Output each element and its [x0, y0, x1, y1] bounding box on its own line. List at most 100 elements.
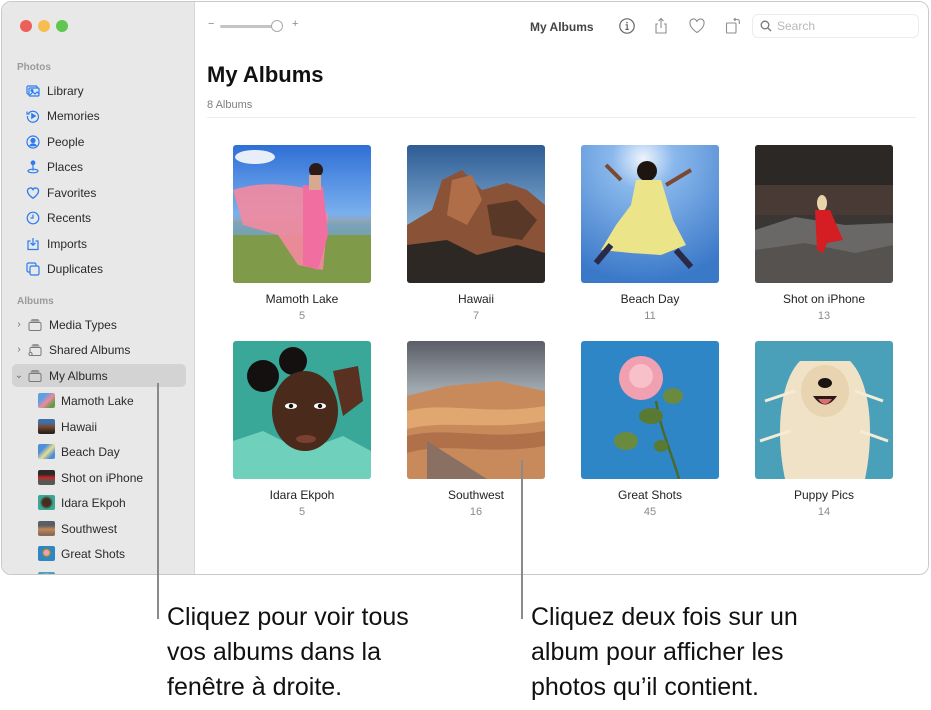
album-photo-count: 7 — [472, 310, 480, 322]
sidebar-item-places[interactable]: Places — [12, 155, 186, 178]
sidebar-item-label: Beach Day — [61, 444, 120, 459]
people-icon — [26, 134, 40, 149]
zoom-slider-knob[interactable] — [271, 20, 283, 32]
callout-line-text: vos albums dans la — [167, 638, 382, 666]
info-button[interactable] — [618, 17, 636, 35]
sidebar-item-library[interactable]: Library — [12, 79, 186, 102]
album-name: Idara Ekpoh — [269, 488, 335, 502]
share-icon — [655, 17, 667, 34]
sidebar-item-label: Southwest — [61, 521, 118, 536]
favorite-button[interactable] — [688, 17, 706, 35]
clock-icon — [26, 211, 40, 225]
sidebar-album-puppy-pics[interactable]: Puppy Pics — [12, 568, 186, 575]
sidebar-item-favorites[interactable]: Favorites — [12, 181, 186, 204]
sidebar-item-label: Favorites — [47, 185, 97, 200]
callout-sidebar: Cliquez pour voir tous vos albums dans l… — [167, 600, 409, 705]
sidebar-item-duplicates[interactable]: Duplicates — [12, 257, 186, 280]
album-cover[interactable] — [755, 341, 893, 479]
sidebar-album-great-shots[interactable]: Great Shots — [12, 542, 186, 565]
chevron-right-icon[interactable]: › — [14, 319, 24, 330]
album-cover[interactable] — [233, 341, 371, 479]
library-icon — [26, 84, 40, 98]
album-tile-southwest[interactable]: Southwest 16 — [407, 341, 545, 518]
main-content: − + My Albums My Albums — [196, 2, 928, 574]
sidebar-item-memories[interactable]: Memories — [12, 104, 186, 127]
places-icon — [26, 159, 40, 174]
album-tile-mamoth-lake[interactable]: Mamoth Lake 5 — [233, 145, 371, 322]
album-photo-count: 5 — [298, 310, 306, 322]
memories-icon — [26, 109, 40, 123]
album-tile-shot-on-iphone[interactable]: Shot on iPhone 13 — [755, 145, 893, 322]
sidebar-item-imports[interactable]: Imports — [12, 232, 186, 255]
duplicates-icon — [26, 261, 40, 276]
album-cover[interactable] — [755, 145, 893, 283]
sidebar-section-albums: Albums — [17, 296, 54, 307]
album-tile-beach-day[interactable]: Beach Day 11 — [581, 145, 719, 322]
callout-line-text: Cliquez deux fois sur un — [531, 603, 798, 631]
callout-line-album — [521, 460, 523, 619]
heart-icon — [26, 186, 40, 200]
sidebar-album-mamoth-lake[interactable]: Mamoth Lake — [12, 389, 186, 412]
sidebar-item-shared-albums[interactable]: › Shared Albums — [12, 338, 186, 361]
callout-line-text: album pour afficher les — [531, 638, 784, 666]
album-name: Shot on iPhone — [782, 292, 866, 306]
album-tile-puppy-pics[interactable]: Puppy Pics 14 — [755, 341, 893, 518]
album-tile-idara-ekpoh[interactable]: Idara Ekpoh 5 — [233, 341, 371, 518]
sidebar-item-label: Duplicates — [47, 261, 104, 276]
album-thumbnail — [38, 546, 55, 561]
callout-line-text: photos qu’il contient. — [531, 673, 759, 701]
album-cover[interactable] — [407, 341, 545, 479]
close-window-button[interactable] — [20, 20, 32, 32]
sidebar-item-recents[interactable]: Recents — [12, 206, 186, 229]
sidebar-item-label: Memories — [47, 108, 100, 123]
chevron-down-icon[interactable]: ⌄ — [14, 370, 24, 381]
minimize-window-button[interactable] — [38, 20, 50, 32]
album-cover[interactable] — [407, 145, 545, 283]
album-thumbnail — [38, 419, 55, 434]
sidebar-section-photos: Photos — [17, 62, 51, 73]
album-photo-count: 14 — [817, 506, 831, 518]
album-name: Great Shots — [617, 488, 683, 502]
sidebar-item-label: Places — [47, 159, 84, 174]
album-folder-icon — [28, 318, 42, 331]
info-icon — [619, 18, 635, 34]
search-field[interactable] — [752, 14, 919, 38]
callout-line-text: fenêtre à droite. — [167, 673, 343, 701]
sidebar-album-southwest[interactable]: Southwest — [12, 517, 186, 540]
rotate-button[interactable] — [724, 17, 742, 35]
zoom-slider[interactable]: − + — [208, 18, 298, 33]
sidebar-item-label: Imports — [47, 236, 88, 251]
zoom-out-icon[interactable]: − — [208, 18, 214, 30]
share-button[interactable] — [652, 17, 670, 35]
sidebar-item-people[interactable]: People — [12, 130, 186, 153]
album-tile-great-shots[interactable]: Great Shots 45 — [581, 341, 719, 518]
album-thumbnail — [38, 495, 55, 510]
sidebar-item-label: People — [47, 134, 85, 149]
sidebar-item-label: Puppy Pics — [61, 573, 121, 575]
album-photo-count: 16 — [469, 506, 483, 518]
album-cover[interactable] — [233, 145, 371, 283]
search-input[interactable] — [777, 19, 917, 33]
zoom-in-icon[interactable]: + — [292, 18, 298, 30]
chevron-right-icon[interactable]: › — [14, 344, 24, 355]
import-icon — [26, 237, 40, 251]
album-photo-count: 45 — [643, 506, 657, 518]
album-tile-hawaii[interactable]: Hawaii 7 — [407, 145, 545, 322]
sidebar-item-my-albums[interactable]: ⌄ My Albums — [12, 364, 186, 387]
zoom-slider-track[interactable] — [220, 25, 276, 28]
sidebar-album-idara-ekpoh[interactable]: Idara Ekpoh — [12, 491, 186, 514]
album-cover[interactable] — [581, 341, 719, 479]
sidebar-item-label: My Albums — [49, 368, 108, 383]
sidebar-item-label: Mamoth Lake — [61, 393, 134, 408]
sidebar-album-shot-on-iphone[interactable]: Shot on iPhone — [12, 466, 186, 489]
sidebar-item-media-types[interactable]: › Media Types — [12, 313, 186, 336]
album-name: Puppy Pics — [793, 488, 855, 502]
sidebar-album-beach-day[interactable]: Beach Day — [12, 440, 186, 463]
album-photo-count: 13 — [817, 310, 831, 322]
zoom-window-button[interactable] — [56, 20, 68, 32]
sidebar-item-label: Shot on iPhone — [61, 470, 144, 485]
sidebar-album-hawaii[interactable]: Hawaii — [12, 415, 186, 438]
sidebar: Photos Library Memories People Places Fa… — [2, 2, 195, 574]
divider — [207, 117, 916, 118]
album-cover[interactable] — [581, 145, 719, 283]
